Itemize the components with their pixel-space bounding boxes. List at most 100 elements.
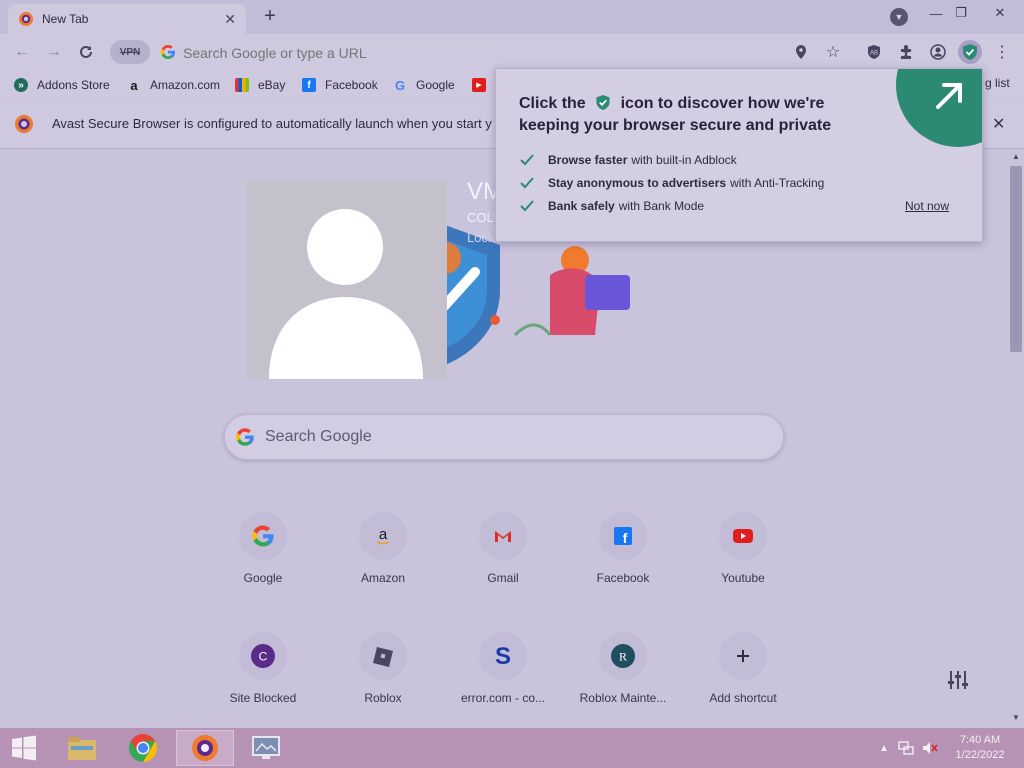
shortcut-gmail[interactable]: Gmail (447, 512, 559, 612)
file-explorer-button[interactable] (53, 730, 111, 766)
shortcut-roblox[interactable]: Roblox (327, 632, 439, 732)
youtube-icon (719, 512, 767, 560)
roblox-icon (359, 632, 407, 680)
star-icon[interactable]: ☆ (821, 40, 845, 64)
svg-text:AB: AB (870, 51, 878, 57)
avast-browser-icon (15, 115, 33, 133)
letter-c-icon: C (239, 632, 287, 680)
plus-icon (719, 632, 767, 680)
show-hidden-icons[interactable]: ▲ (876, 740, 892, 756)
customize-sliders-icon[interactable] (946, 668, 970, 692)
tab-new-tab[interactable]: New Tab ✕ (8, 4, 246, 34)
feature-rest: with Anti-Tracking (730, 176, 825, 190)
start-button[interactable] (0, 730, 53, 766)
shortcut-label: Roblox Mainte... (579, 691, 667, 705)
popup-title-pre: Click the (519, 95, 586, 112)
chrome-button[interactable] (114, 730, 172, 766)
arrow-up-right-icon (936, 83, 962, 109)
windows-logo-icon (12, 735, 36, 761)
addons-icon: » (14, 78, 28, 92)
bookmark-label: Facebook (325, 78, 378, 92)
tab-close-icon[interactable]: ✕ (224, 11, 236, 28)
clock-time: 7:40 AM (959, 734, 1001, 746)
feature-rest: with built-in Adblock (631, 153, 737, 167)
bookmark-facebook[interactable]: f Facebook (302, 76, 378, 94)
feature-anti-tracking: Stay anonymous to advertisers with Anti-… (520, 176, 824, 190)
shortcut-label: Gmail (487, 571, 519, 585)
youtube-icon: ▶ (472, 78, 486, 92)
user-avatar (247, 179, 447, 379)
shortcut-label: Google (243, 571, 283, 585)
shortcut-label: Roblox (364, 691, 402, 705)
amazon-icon: a (130, 77, 138, 93)
infobar-text: Avast Secure Browser is configured to au… (52, 116, 492, 131)
chrome-icon (129, 734, 157, 762)
vpn-button[interactable]: VPN (110, 40, 150, 64)
network-icon[interactable] (898, 740, 914, 756)
checkmark-icon (520, 177, 534, 189)
infobar-close-icon[interactable]: ✕ (992, 114, 1005, 134)
bookmark-amazon[interactable]: a Amazon.com (127, 76, 220, 94)
omnibox-input[interactable] (183, 44, 743, 61)
shortcut-site-blocked[interactable]: C Site Blocked (207, 632, 319, 732)
shortcut-roblox-maintenance[interactable]: R Roblox Mainte... (567, 632, 679, 732)
not-now-link[interactable]: Not now (905, 199, 949, 213)
bookmark-addons-store[interactable]: » Addons Store (14, 76, 110, 94)
shortcut-error-com[interactable]: S error.com - co... (447, 632, 559, 732)
shortcut-label: Facebook (596, 571, 650, 585)
ntp-search-box[interactable]: Search Google (224, 414, 784, 460)
scrollbar-thumb[interactable] (1010, 166, 1022, 352)
bookmark-google[interactable]: G Google (393, 76, 455, 94)
facebook-icon: f (599, 512, 647, 560)
new-tab-button[interactable]: + (258, 6, 282, 28)
reading-list-button[interactable]: g list (985, 76, 1010, 90)
bookmark-ebay[interactable]: eBay (235, 76, 285, 94)
location-icon[interactable] (789, 40, 813, 64)
volume-muted-icon[interactable] (922, 740, 938, 756)
shortcut-amazon[interactable]: a Amazon (327, 512, 439, 612)
remote-desktop-button[interactable] (237, 730, 295, 766)
profile-icon[interactable] (926, 40, 950, 64)
back-icon[interactable]: ← (10, 40, 34, 64)
shortcut-label: error.com - co... (460, 691, 546, 705)
shortcut-add[interactable]: Add shortcut (687, 632, 799, 732)
feature-rest: with Bank Mode (618, 199, 705, 213)
ebay-icon (235, 78, 249, 92)
avast-browser-taskbar-button[interactable] (176, 730, 234, 766)
svg-text:S: S (495, 644, 511, 668)
restore-icon[interactable]: ❐ (946, 2, 976, 24)
bookmark-label: Addons Store (37, 78, 110, 92)
google-icon (160, 45, 175, 60)
amazon-icon: a (359, 512, 407, 560)
ntp-search-placeholder: Search Google (265, 428, 372, 445)
extensions-icon[interactable] (894, 40, 918, 64)
svg-text:R: R (619, 650, 627, 664)
scroll-up-icon[interactable]: ▲ (1010, 152, 1022, 164)
shortcut-youtube[interactable]: Youtube (687, 512, 799, 612)
folder-icon (68, 737, 96, 760)
security-shield-icon (596, 95, 610, 110)
system-clock[interactable]: 7:40 AM 1/22/2022 (950, 733, 1010, 763)
feature-bold: Browse faster (548, 153, 628, 167)
menu-icon[interactable]: ⋮ (990, 40, 1014, 64)
svg-text:f: f (623, 530, 628, 545)
avast-browser-icon (192, 735, 218, 761)
window-close-icon[interactable]: ✕ (985, 2, 1015, 24)
tab-search-icon[interactable]: ▼ (890, 8, 908, 26)
security-shield-icon[interactable] (958, 40, 982, 64)
svg-text:C: C (259, 650, 268, 664)
clock-date: 1/22/2022 (955, 749, 1005, 761)
scroll-down-icon[interactable]: ▼ (1010, 713, 1022, 725)
shortcut-facebook[interactable]: f Facebook (567, 512, 679, 612)
forward-icon[interactable]: → (42, 40, 66, 64)
bookmark-youtube[interactable]: ▶ (472, 76, 495, 94)
letter-r-icon: R (599, 632, 647, 680)
adblock-icon[interactable]: AB (862, 40, 886, 64)
shortcut-label: Youtube (721, 571, 765, 585)
shortcut-google[interactable]: Google (207, 512, 319, 612)
checkmark-icon (520, 200, 534, 212)
feature-bold: Stay anonymous to advertisers (548, 176, 727, 190)
bookmark-label: Amazon.com (150, 78, 221, 92)
shortcut-label: Add shortcut (709, 691, 777, 705)
reload-icon[interactable] (74, 40, 98, 64)
